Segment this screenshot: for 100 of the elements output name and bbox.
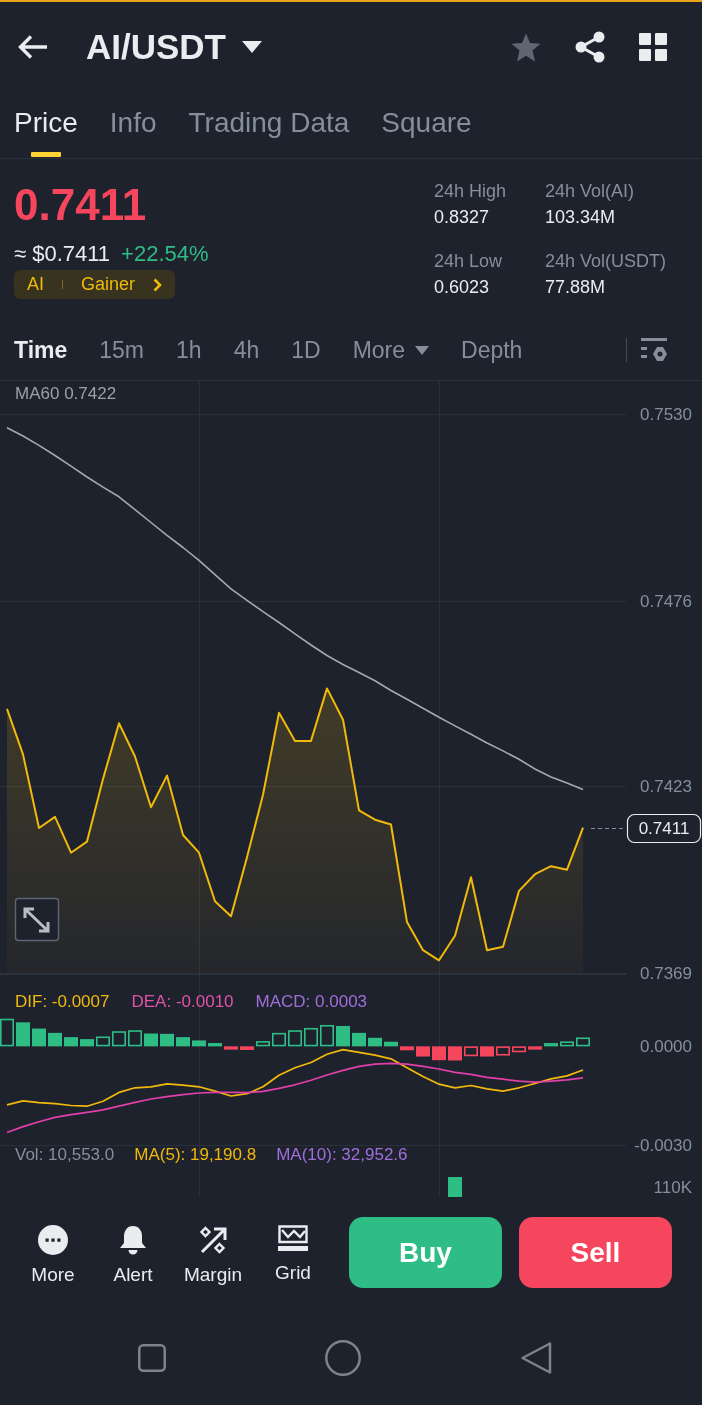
interval-tab[interactable]: 4h [233,336,260,364]
y-axis-label: 0.0000 [640,1036,692,1056]
macd-bar [304,1027,318,1047]
legend-text: MA(10): 32,952.6 [276,1145,408,1165]
macd-bar [464,1046,478,1057]
macd-bar [256,1041,270,1047]
share-icon[interactable] [575,31,605,63]
chevron-icon [153,277,163,292]
pair-selector[interactable]: AI/USDT [86,27,262,67]
more-button[interactable]: More [13,1197,93,1287]
legend-text: MACD: 0.0003 [255,992,368,1012]
y-axis-label: 0.7423 [640,776,692,796]
macd-bar [80,1039,94,1047]
macd-bar [480,1046,494,1057]
stat-value: 103.34M [545,206,617,229]
fiat-price: ≈ $0.7411 [14,241,111,267]
macd-bar [288,1030,302,1047]
macd-bar [416,1046,430,1057]
y-axis-label: -0.0030 [634,1135,692,1155]
chart-grid-icon [278,1225,308,1253]
y-axis-label: 0.7369 [640,964,692,983]
macd-bar [208,1043,222,1047]
stat-value: 0.8327 [434,206,491,229]
grid-button[interactable]: Grid [253,1197,333,1285]
circle-icon[interactable] [325,1339,361,1376]
macd-bar [320,1024,334,1047]
macd-bar [336,1025,350,1047]
macd-bar [448,1046,462,1061]
caret-icon [242,41,262,53]
interval-tab[interactable]: 1h [176,336,202,364]
macd-bar [400,1046,414,1051]
stat-label: 24h Vol(AI) [545,180,636,203]
macd-bar [240,1046,254,1050]
interval-tab[interactable]: 15m [99,336,145,364]
price-change: +22.54% [121,241,209,267]
y-axis-label: 0.7530 [640,405,692,424]
tag-label: AI [27,274,44,295]
caret-icon [415,345,430,355]
macd-bar [576,1037,590,1047]
tab[interactable]: Trading Data [188,92,350,158]
macd-bar [112,1031,126,1047]
interval-tab[interactable]: 1D [291,336,321,364]
ellipsis-icon [38,1225,68,1255]
margin-button[interactable]: Margin [173,1197,253,1287]
macd-bar [272,1032,286,1047]
tag-label: Gainer [81,274,136,295]
triangle-icon[interactable] [520,1340,552,1375]
sell-button[interactable]: Sell [519,1217,672,1288]
stat-label: 24h Low [434,250,504,273]
macd-bar [544,1043,558,1047]
macd-bar [160,1033,174,1047]
grid-icon[interactable] [639,33,667,61]
macd-bar [368,1037,382,1047]
last-price: 0.7411 [14,179,147,231]
stat-value: 77.88M [545,276,607,299]
macd-bar [496,1046,510,1056]
back-icon[interactable] [18,34,48,60]
macd-bar [352,1032,366,1047]
chart-settings-icon[interactable] [641,338,667,362]
tag-chip[interactable]: AI Gainer [14,270,176,299]
macd-bar [176,1037,190,1047]
buy-button[interactable]: Buy [349,1217,502,1288]
percent-arrow-icon [198,1225,228,1255]
volume-bar [448,1177,462,1197]
macd-bar [528,1046,542,1050]
legend-text: MA(5): 19,190.8 [134,1145,257,1165]
macd-bar [128,1030,142,1047]
interval-tab[interactable]: Depth [461,336,523,364]
last-price-tag: 0.7411 [626,813,702,844]
macd-bar [560,1041,574,1047]
legend-text: MA60 0.7422 [15,384,117,404]
legend-text: Vol: 10,553.0 [15,1145,115,1165]
macd-bar [64,1037,78,1047]
tab[interactable]: Price [14,92,78,158]
macd-bar [32,1028,46,1047]
macd-bar [384,1041,398,1047]
y-axis-label: 110K [653,1177,692,1197]
macd-bar [512,1046,526,1053]
expand-icon[interactable] [14,897,60,942]
macd-bar [16,1022,30,1047]
stat-value: 0.6023 [434,276,491,299]
tab[interactable]: Info [109,92,157,158]
star-icon[interactable] [511,32,541,62]
bell-icon [119,1225,147,1255]
stat-label: 24h Vol(USDT) [545,250,667,273]
macd-bar [48,1032,62,1047]
interval-tab[interactable]: More [352,336,430,364]
macd-bar [432,1046,446,1061]
price-guide-line [590,827,625,830]
square-icon[interactable] [138,1343,166,1372]
macd-bar [144,1033,158,1047]
tab[interactable]: Square [381,92,472,158]
stat-label: 24h High [434,180,508,203]
legend-text: DIF: -0.0007 [15,992,110,1012]
macd-bar [224,1046,238,1050]
interval-tab[interactable]: Time [14,336,68,364]
macd-bar [192,1040,206,1047]
alert-button[interactable]: Alert [93,1197,173,1287]
y-axis-label: 0.7476 [640,592,692,612]
macd-bar [0,1018,14,1047]
